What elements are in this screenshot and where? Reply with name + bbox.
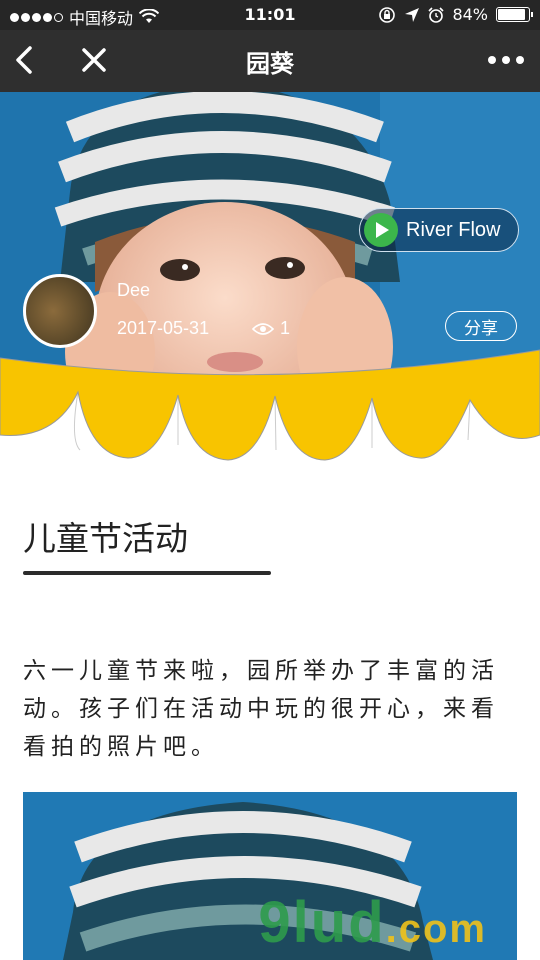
status-bar: 中国移动 11:01 84%: [0, 0, 540, 30]
title-underline: [23, 571, 271, 575]
location-icon: [405, 7, 420, 22]
music-title: River Flow: [406, 218, 501, 241]
battery-icon: [496, 7, 533, 22]
share-button[interactable]: 分享: [445, 311, 517, 341]
watermark: 9lud.com: [258, 889, 487, 956]
view-count-value: 1: [280, 318, 291, 338]
publish-date: 2017-05-31: [117, 318, 210, 338]
watermark-main: 9lud: [258, 890, 386, 955]
alarm-icon: [428, 6, 445, 23]
more-button[interactable]: [486, 48, 526, 72]
rotation-lock-icon: [379, 6, 396, 23]
play-icon: [364, 213, 398, 247]
music-button[interactable]: River Flow: [359, 208, 519, 252]
nav-bar: 园葵: [0, 30, 540, 92]
watermark-suffix: .com: [385, 907, 487, 951]
article-photo[interactable]: 9lud.com: [23, 792, 517, 960]
battery-percent: 84%: [452, 5, 488, 24]
article-title: 儿童节活动: [23, 519, 188, 558]
article-body: 六一儿童节来啦，园所举办了丰富的活动。孩子们在活动中玩的很开心，来看看拍的照片吧…: [23, 658, 499, 760]
page-title: 园葵: [246, 50, 294, 78]
author-name: Dee: [117, 280, 151, 300]
view-count: 1: [252, 318, 290, 339]
status-right: 84%: [378, 5, 533, 24]
scallop-border: [0, 349, 540, 470]
eye-icon: [252, 322, 274, 335]
avatar[interactable]: [23, 274, 97, 348]
more-dots-icon: [488, 56, 496, 64]
